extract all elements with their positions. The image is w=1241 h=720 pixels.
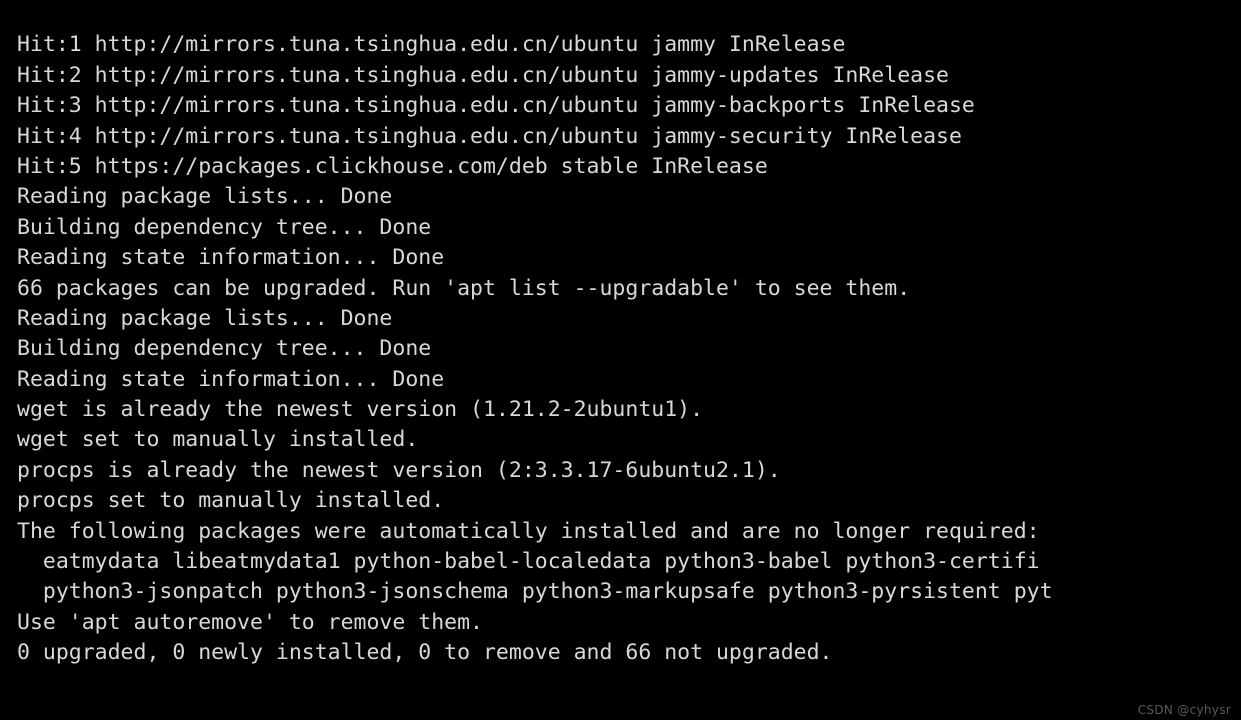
terminal-output-line: The following packages were automaticall… [17,518,1040,544]
terminal-output-line: Reading state information... Done [17,366,445,392]
prompt-line-final[interactable]: root@u22server4ck:~# [0,669,1241,699]
terminal-output-line: Hit:5 https://packages.clickhouse.com/de… [17,153,768,179]
terminal-output-line: Building dependency tree... Done [17,336,432,362]
terminal-output-line: Hit:1 http://mirrors.tuna.tsinghua.edu.c… [17,32,846,58]
terminal-output-line: Reading package lists... Done [17,184,393,210]
watermark-label: CSDN @cyhysr [1137,703,1231,717]
terminal-output-line: Hit:2 http://mirrors.tuna.tsinghua.edu.c… [17,62,949,88]
terminal-output-line: Building dependency tree... Done [17,214,432,240]
terminal-window[interactable]: root@u22server4ck:~# apt update && apt i… [0,0,1241,720]
terminal-output-line: Reading package lists... Done [17,305,393,331]
terminal-output-line: python3-jsonpatch python3-jsonschema pyt… [17,579,1053,605]
terminal-output-line: procps is already the newest version (2:… [17,457,781,483]
terminal-output-line: wget set to manually installed. [17,427,419,453]
terminal-output-line: eatmydata libeatmydata1 python-babel-loc… [17,549,1040,575]
terminal-output-line: 0 upgraded, 0 newly installed, 0 to remo… [17,640,833,666]
terminal-output: Hit:1 http://mirrors.tuna.tsinghua.edu.c… [0,30,1241,668]
command-line: root@u22server4ck:~# apt update && apt i… [0,0,1241,30]
terminal-output-line: 66 packages can be upgraded. Run 'apt li… [17,275,911,301]
terminal-output-line: procps set to manually installed. [17,488,445,514]
terminal-output-line: Hit:4 http://mirrors.tuna.tsinghua.edu.c… [17,123,962,149]
terminal-output-line: Hit:3 http://mirrors.tuna.tsinghua.edu.c… [17,93,975,119]
terminal-output-line: wget is already the newest version (1.21… [17,397,704,423]
terminal-output-line: Use 'apt autoremove' to remove them. [17,609,483,635]
terminal-output-line: Reading state information... Done [17,245,445,271]
